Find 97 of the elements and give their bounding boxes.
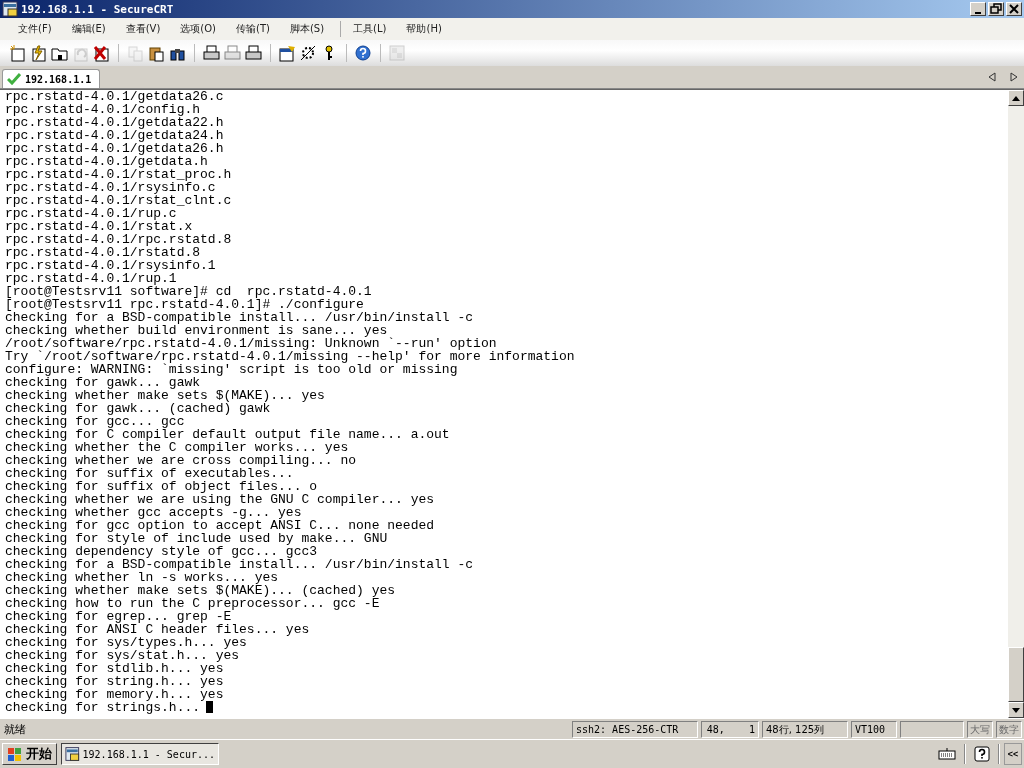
terminal-line: rpc.rstatd-4.0.1/rstatd.8	[5, 246, 201, 259]
close-icon	[1008, 3, 1020, 15]
terminal-line: [root@Testsrv11 rpc.rstatd-4.0.1]# ./configure	[5, 298, 364, 311]
session-tab[interactable]: 192.168.1.1	[2, 69, 101, 88]
up-arrow-icon	[1012, 95, 1020, 101]
terminal-line: checking whether build environment is sane... yes	[5, 324, 388, 337]
status-field: ssh2: AES-256-CTR	[572, 720, 698, 738]
terminal-line: [root@Testsrv11 software]# cd rpc.rstatd-4.0.1	[5, 285, 372, 298]
windows-logo-icon	[7, 746, 23, 762]
menu-item[interactable]: 查看(V)	[117, 22, 169, 36]
printer-icon[interactable]	[245, 44, 262, 62]
terminal-line: checking for stdlib.h... yes	[5, 662, 224, 675]
restore-icon	[990, 3, 1002, 15]
terminal-line: checking for gcc option to accept ANSI C... none needed	[5, 519, 435, 532]
status-field: 48行, 125列	[762, 720, 848, 738]
terminal-line: rpc.rstatd-4.0.1/getdata22.h	[5, 116, 224, 129]
menu-item[interactable]: 编辑(E)	[63, 22, 114, 36]
terminal-line: rpc.rstatd-4.0.1/getdata.h	[5, 155, 208, 168]
terminal-line: checking dependency style of gcc... gcc3	[5, 545, 318, 558]
keyboard-icon[interactable]	[938, 748, 956, 760]
terminal-line: checking how to run the C preprocessor... gcc -E	[5, 597, 380, 610]
terminal-line: checking for string.h... yes	[5, 675, 224, 688]
terminal-line: checking whether gcc accepts -g... yes	[5, 506, 302, 519]
terminal-line: checking for gawk... gawk	[5, 376, 201, 389]
terminal-line: rpc.rstatd-4.0.1/rstat.x	[5, 220, 193, 233]
terminal-line: Try `/root/software/rpc.rstatd-4.0.1/missing --help' for more information	[5, 350, 575, 363]
tab-right-arrow-icon[interactable]	[1010, 72, 1018, 82]
menu-item[interactable]: 文件(F)	[10, 22, 60, 36]
check-icon	[7, 73, 21, 85]
taskbar-button[interactable]: 192.168.1.1 - Secur...	[61, 743, 219, 765]
status-field: 数字	[996, 720, 1022, 738]
terminal-line: checking for C compiler default output file name... a.out	[5, 428, 450, 441]
terminal-line: rpc.rstatd-4.0.1/rup.1	[5, 272, 177, 285]
app-icon	[65, 746, 80, 762]
terminal-line: checking for sys/stat.h... yes	[5, 649, 240, 662]
disconnect-icon[interactable]	[93, 44, 110, 62]
start-button[interactable]: 开始	[2, 743, 57, 765]
status-message: 就绪	[4, 721, 27, 737]
terminal-line: rpc.rstatd-4.0.1/rsysinfo.c	[5, 181, 216, 194]
terminal-line: rpc.rstatd-4.0.1/rstat_clnt.c	[5, 194, 232, 207]
status-field: VT100	[851, 720, 897, 738]
help-icon[interactable]	[974, 746, 990, 762]
terminal-line: checking for gcc... gcc	[5, 415, 185, 428]
terminal-line: checking for egrep... grep -E	[5, 610, 232, 623]
terminal-line: checking for ANSI C header files... yes	[5, 623, 310, 636]
terminal-line: checking for gawk... (cached) gawk	[5, 402, 271, 415]
terminal-line: configure: WARNING: `missing' script is too old or missing	[5, 363, 458, 376]
terminal-line: checking whether we are using the GNU C compiler... yes	[5, 493, 435, 506]
status-field: 48, 1	[701, 720, 759, 738]
terminal-line: checking for suffix of object files... o	[5, 480, 318, 493]
restore-button[interactable]	[988, 2, 1004, 16]
scroll-down-button[interactable]	[1008, 702, 1024, 718]
scrollbar-thumb[interactable]	[1008, 647, 1024, 702]
terminal-line: checking for style of include used by make... GNU	[5, 532, 388, 545]
down-arrow-icon	[1012, 707, 1020, 713]
terminal-line: rpc.rstatd-4.0.1/rsysinfo.1	[5, 259, 216, 272]
terminal-line: rpc.rstatd-4.0.1/rpc.rstatd.8	[5, 233, 232, 246]
terminal-line: rpc.rstatd-4.0.1/rup.c	[5, 207, 177, 220]
tray-toggle-button[interactable]: <<	[1004, 743, 1022, 765]
paste-icon[interactable]	[148, 44, 165, 62]
terminal-line: checking whether the C compiler works... yes	[5, 441, 349, 454]
terminal-line: rpc.rstatd-4.0.1/getdata26.h	[5, 142, 224, 155]
status-field: 大写	[967, 720, 993, 738]
menu-item[interactable]: 工具(L)	[345, 22, 395, 36]
properties-icon[interactable]	[279, 44, 296, 62]
terminal-line: checking whether make sets $(MAKE)... (cached) yes	[5, 584, 396, 597]
scroll-up-button[interactable]	[1008, 90, 1024, 106]
help-icon[interactable]	[355, 44, 372, 62]
window-title: 192.168.1.1 - SecureCRT	[21, 2, 175, 16]
menu-item[interactable]: 传输(T)	[228, 22, 278, 36]
minimize-button[interactable]	[970, 2, 986, 16]
printer-icon[interactable]	[203, 44, 220, 62]
terminal-line: checking for memory.h... yes	[5, 688, 224, 701]
terminal-line: checking whether we are cross compiling... no	[5, 454, 357, 467]
terminal-line: checking whether ln -s works... yes	[5, 571, 279, 584]
scrollbar[interactable]	[1008, 90, 1024, 718]
status-field	[900, 720, 964, 738]
lightning-icon[interactable]	[30, 44, 47, 62]
menu-item[interactable]: 脚本(S)	[281, 22, 333, 36]
terminal-line: rpc.rstatd-4.0.1/config.h	[5, 103, 201, 116]
minimize-icon	[975, 11, 981, 14]
terminal-line: checking whether make sets $(MAKE)... yes	[5, 389, 325, 402]
terminal-line: rpc.rstatd-4.0.1/rstat_proc.h	[5, 168, 232, 181]
menu-item[interactable]: 帮助(H)	[398, 22, 450, 36]
terminal-line: checking for strings.h...	[5, 701, 201, 714]
new-session-icon[interactable]	[9, 44, 26, 62]
terminal-line: checking for suffix of executables...	[5, 467, 294, 480]
terminal-line: checking for sys/types.h... yes	[5, 636, 247, 649]
terminal-line: /root/software/rpc.rstatd-4.0.1/missing: Unknown `--run' option	[5, 337, 497, 350]
tab-left-arrow-icon[interactable]	[988, 72, 996, 82]
app-icon	[2, 1, 18, 17]
terminal-line: checking for a BSD-compatible install... /usr/bin/install -c	[5, 558, 474, 571]
terminal-line: checking for a BSD-compatible install... /usr/bin/install -c	[5, 311, 474, 324]
close-button[interactable]	[1006, 2, 1022, 16]
menu-item[interactable]: 选项(O)	[172, 22, 225, 36]
terminal-line: rpc.rstatd-4.0.1/getdata24.h	[5, 129, 224, 142]
terminal-line: rpc.rstatd-4.0.1/getdata26.c	[5, 90, 224, 103]
